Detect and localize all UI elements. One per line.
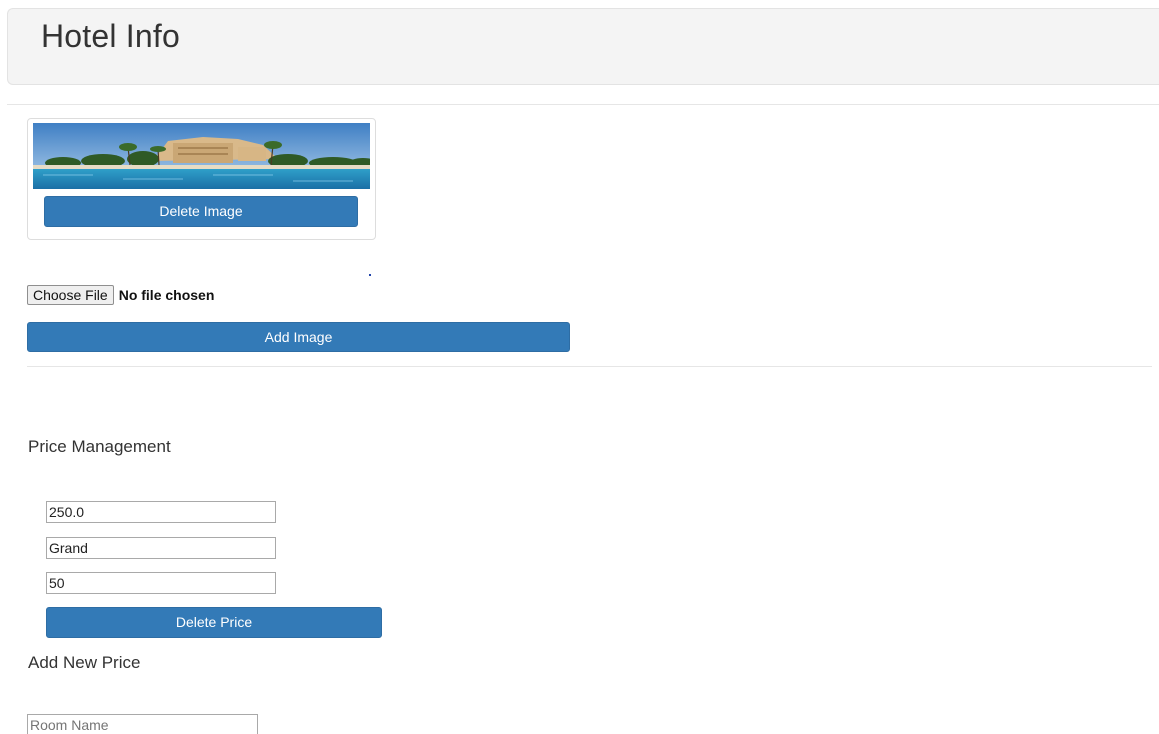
price-field[interactable] [46,501,276,523]
image-thumbnail-card: Delete Image [27,118,376,240]
choose-file-button[interactable]: Choose File [27,285,114,305]
hotel-image [33,123,370,189]
add-image-button[interactable]: Add Image [27,322,570,352]
page-header: Hotel Info [7,8,1159,85]
quantity-field[interactable] [46,572,276,594]
page-title: Hotel Info [41,18,180,54]
price-management-title: Price Management [28,437,171,456]
stray-dot [369,274,371,276]
delete-image-button[interactable]: Delete Image [44,196,358,227]
divider [27,366,1152,367]
delete-price-button[interactable]: Delete Price [46,607,382,638]
file-input: Choose File No file chosen [27,285,214,305]
hotel-pool-photo-icon [33,123,370,189]
hotel-info-page: Hotel Info Delete Image Choose File No f… [0,0,1159,734]
add-new-price-title: Add New Price [28,653,141,672]
file-status-text: No file chosen [118,287,215,303]
divider [7,104,1159,105]
room-type-field[interactable] [46,537,276,559]
room-name-input[interactable] [27,714,258,734]
